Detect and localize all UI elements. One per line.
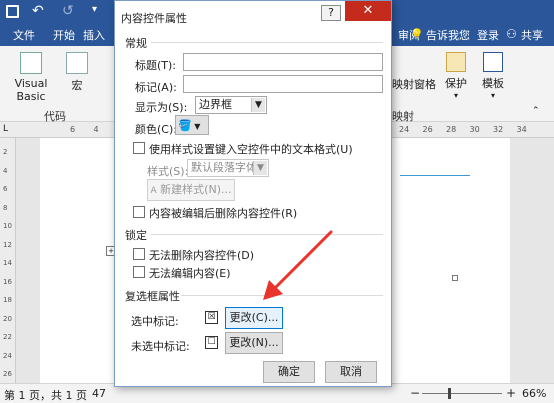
style-label: 样式(S):	[147, 165, 189, 178]
ruler-tick-label: 34	[516, 125, 527, 134]
share-icon[interactable]: ⚇	[506, 27, 517, 41]
new-style-icon: A	[150, 186, 157, 196]
tag-input[interactable]	[183, 75, 383, 93]
new-style-button[interactable]: A 新建样式(N)...	[147, 179, 235, 201]
color-label: 颜色(C):	[135, 123, 177, 136]
ruler-tick-label: 30	[469, 125, 480, 134]
ruler-tick-label: 18	[3, 296, 12, 304]
title-label: 标题(T):	[135, 59, 177, 72]
ok-button[interactable]: 确定	[263, 361, 315, 383]
tell-me-search[interactable]: 告诉我您	[423, 27, 473, 44]
ruler-tick-label: 2	[3, 148, 8, 156]
no-delete-checkbox[interactable]	[133, 248, 145, 260]
save-icon[interactable]	[6, 5, 19, 18]
chevron-down-icon: ▼	[253, 161, 267, 175]
no-delete-label: 无法删除内容控件(D)	[149, 249, 255, 262]
ruler-tick-label: 10	[3, 222, 12, 230]
ruler-tick-label: 26	[3, 370, 12, 378]
zoom-slider-thumb[interactable]	[448, 388, 451, 399]
remove-on-edit-label: 内容被编辑后删除内容控件(R)	[149, 207, 298, 220]
divider	[151, 42, 383, 43]
change-unchecked-button[interactable]: 更改(N)...	[225, 332, 283, 354]
style-select[interactable]: 默认段落字体 ▼	[187, 159, 269, 177]
dialog-title-bar[interactable]: 内容控件属性 ? ✕	[115, 1, 391, 31]
tab-selector-icon[interactable]: L	[3, 124, 8, 134]
section-lock: 锁定	[125, 229, 147, 242]
color-picker-button[interactable]: 🪣 ▼	[175, 115, 209, 135]
annotation-arrow-icon	[263, 230, 333, 300]
tab-home[interactable]: 开始	[50, 27, 78, 44]
show-as-label: 显示为(S):	[135, 101, 188, 114]
ruler-tick-label: 20	[3, 314, 12, 323]
unchecked-symbol: ☐	[205, 336, 218, 349]
change-checked-button[interactable]: 更改(C)...	[225, 307, 283, 329]
resize-handle[interactable]	[452, 275, 458, 281]
protect-button[interactable]: 保护 ▾	[440, 52, 472, 100]
zoom-level[interactable]: 66%	[522, 387, 546, 400]
ruler-tick-label: 28	[446, 125, 457, 134]
share-button[interactable]: 共享	[518, 27, 546, 44]
ruler-tick-label: 4	[3, 166, 8, 175]
remove-on-edit-checkbox[interactable]	[133, 206, 145, 218]
page-info[interactable]: 第 1 页，共 1 页	[4, 387, 87, 403]
vertical-ruler: 2 4 6 8 10 12 14 16 18 20 22 24 26	[0, 138, 16, 383]
section-checkbox: 复选框属性	[125, 290, 180, 303]
title-input[interactable]	[183, 53, 383, 71]
undo-icon[interactable]: ↶	[32, 3, 44, 19]
ruler-tick-label: 6	[70, 125, 76, 134]
tag-label: 标记(A):	[135, 81, 177, 94]
ruler-tick-label: 14	[3, 259, 12, 267]
template-button[interactable]: 模板 ▾	[478, 52, 508, 100]
chevron-down-icon: ▾	[490, 91, 495, 100]
visual-basic-icon	[20, 52, 42, 74]
checked-symbol: ☒	[205, 311, 218, 324]
close-button[interactable]: ✕	[345, 1, 391, 21]
macro-button[interactable]: 宏	[62, 52, 92, 93]
ruler-tick-label: 16	[3, 277, 12, 286]
tab-insert[interactable]: 插入	[80, 27, 108, 44]
ruler-tick-label: 12	[3, 240, 12, 249]
content-control-boundary[interactable]	[400, 175, 470, 176]
content-control-properties-dialog: 内容控件属性 ? ✕ 常规 标题(T): 标记(A): 显示为(S): 边界框 …	[114, 0, 392, 387]
zoom-slider[interactable]	[422, 393, 502, 394]
lock-icon	[446, 52, 466, 72]
dialog-title: 内容控件属性	[121, 12, 187, 25]
paint-bucket-icon: 🪣	[178, 119, 192, 132]
mapping-pane-button[interactable]: 映射窗格	[390, 76, 438, 92]
ruler-tick-label: 6	[3, 185, 8, 193]
section-general: 常规	[125, 37, 147, 50]
ruler-tick-label: 8	[3, 203, 8, 212]
use-style-checkbox[interactable]	[133, 142, 145, 154]
ruler-tick-label: 24	[3, 351, 12, 360]
no-edit-label: 无法编辑内容(E)	[149, 267, 231, 280]
sign-in-link[interactable]: 登录	[474, 27, 502, 44]
visual-basic-button[interactable]: Visual Basic	[2, 52, 60, 103]
unchecked-symbol-label: 未选中标记:	[131, 340, 190, 353]
tab-file[interactable]: 文件	[10, 27, 38, 44]
help-button[interactable]: ?	[321, 5, 341, 21]
ruler-tick-label: 32	[493, 125, 504, 134]
no-edit-checkbox[interactable]	[133, 266, 145, 278]
ruler-tick-label: 4	[93, 125, 99, 134]
quick-access-dropdown-icon[interactable]: ▾	[92, 4, 97, 15]
zoom-in-icon[interactable]: +	[506, 386, 516, 400]
zoom-out-icon[interactable]: −	[410, 386, 420, 400]
chevron-down-icon: ▾	[453, 91, 458, 100]
template-icon	[483, 52, 503, 72]
chevron-down-icon: ▼	[251, 98, 265, 112]
use-style-label: 使用样式设置键入空控件中的文本格式(U)	[149, 143, 353, 156]
cancel-button[interactable]: 取消	[325, 361, 377, 383]
chevron-down-icon: ▼	[191, 122, 201, 131]
macro-icon	[66, 52, 88, 74]
ruler-tick-label: 22	[3, 333, 12, 341]
word-count[interactable]: 47	[92, 387, 106, 400]
collapse-ribbon-icon[interactable]: ⌃	[532, 106, 540, 116]
ruler-tick-label: 26	[422, 125, 433, 134]
lightbulb-icon: 💡	[410, 28, 424, 41]
show-as-select[interactable]: 边界框 ▼	[195, 96, 267, 114]
ruler-tick-label: 24	[399, 125, 410, 134]
checked-symbol-label: 选中标记:	[131, 315, 179, 328]
redo-icon[interactable]: ↺	[62, 3, 74, 19]
